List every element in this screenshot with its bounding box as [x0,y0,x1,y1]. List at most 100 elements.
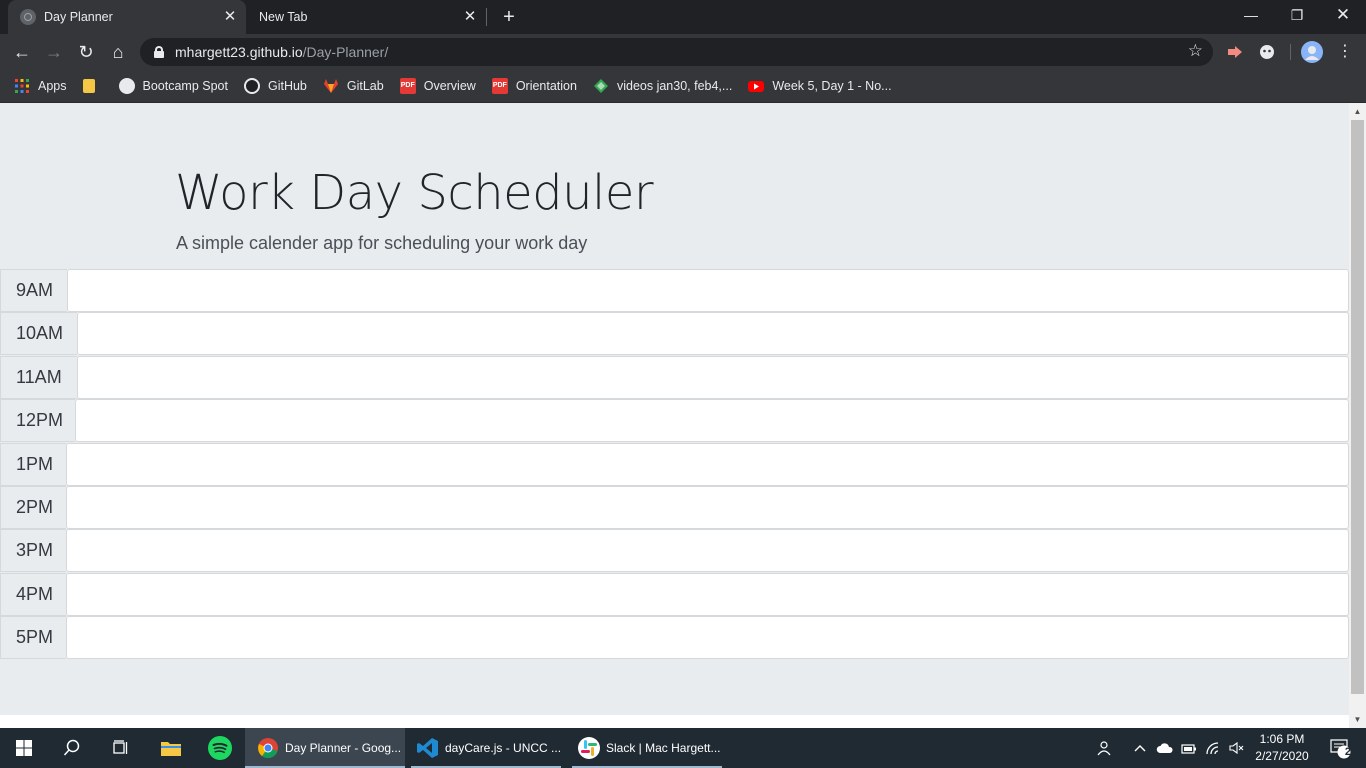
system-clock[interactable]: 1:06 PM 2/27/2020 [1248,731,1316,765]
wifi-icon[interactable] [1203,728,1225,768]
bookmark-apps[interactable]: Apps [14,78,67,94]
time-block-11am: 11AM [0,355,1349,399]
folder-icon [161,742,181,756]
time-block-9am: 9AM [0,269,1349,312]
event-textarea[interactable] [67,269,1349,312]
toolbar-divider [1290,44,1291,60]
time-block-4pm: 4PM [0,572,1349,616]
close-tab-icon[interactable]: ✕ [222,9,238,25]
bookmark-videos[interactable]: videos jan30, feb4,... [593,78,732,94]
search-button[interactable] [48,728,96,768]
vertical-scrollbar[interactable]: ▲ ▼ [1349,103,1366,728]
start-button[interactable] [0,728,48,768]
forward-arrow-icon[interactable]: → [40,38,68,66]
spotify-button[interactable] [196,728,244,768]
bootcamp-spot-icon [118,78,135,94]
close-tab-icon[interactable]: ✕ [462,9,478,25]
bookmark-week5[interactable]: Week 5, Day 1 - No... [748,78,892,94]
github-icon [243,78,260,94]
spotify-icon [208,736,232,760]
event-textarea[interactable] [66,485,1349,529]
extension-arrow-icon[interactable] [1225,42,1245,62]
slack-icon [578,737,600,759]
hour-label: 2PM [0,485,66,529]
minimize-icon[interactable]: — [1228,0,1274,30]
windows-logo-icon [16,740,32,756]
gitlab-icon [323,79,338,93]
taskbar-app-chrome[interactable]: Day Planner - Goog... [245,728,405,768]
time-block-list: 9AM 10AM 11AM 12PM 1PM 2PM 3PM 4PM 5PM [0,269,1349,660]
onedrive-cloud-icon[interactable] [1154,728,1176,768]
bookmark-bootcamp-spot[interactable]: Bootcamp Spot [118,78,228,94]
time-block-5pm: 5PM [0,616,1349,660]
taskbar-app-label: Day Planner - Goog... [285,741,402,755]
url-path: /Day-Planner/ [302,44,389,60]
reload-icon[interactable]: ↻ [72,38,100,66]
time-block-3pm: 3PM [0,529,1349,573]
tab-title: Day Planner [44,10,113,24]
search-icon [63,739,80,756]
people-icon[interactable] [1094,728,1116,768]
bookmarks-bar: Apps Bootcamp Spot GitHub GitLab PDF Ove… [0,70,1366,103]
youtube-icon [748,81,765,92]
jumbotron-header: Work Day Scheduler A simple calender app… [0,103,1349,715]
clock-date: 2/27/2020 [1255,749,1309,763]
vscode-icon [417,738,438,758]
event-textarea[interactable] [77,355,1349,399]
event-textarea[interactable] [66,529,1349,573]
scrollbar-thumb[interactable] [1351,120,1364,694]
event-textarea[interactable] [66,442,1349,486]
bookmark-orientation[interactable]: PDF Orientation [491,78,577,94]
scroll-down-arrow-icon[interactable]: ▼ [1349,711,1366,728]
hour-label: 11AM [0,355,77,399]
tab-day-planner[interactable]: Day Planner ✕ [8,0,246,34]
bookmark-github[interactable]: GitHub [243,78,307,94]
bookmark-overview[interactable]: PDF Overview [399,78,476,94]
time-block-10am: 10AM [0,312,1349,356]
menu-kebab-icon[interactable]: ⋮ [1331,38,1359,66]
tab-new-tab[interactable]: New Tab ✕ [246,0,486,34]
hour-label: 10AM [0,312,77,356]
back-arrow-icon[interactable]: ← [8,38,36,66]
notification-count: 20 [1344,746,1358,758]
tab-strip: Day Planner ✕ New Tab ✕ + — ❐ ✕ [0,0,1366,34]
browser-toolbar: ← → ↻ ⌂ mhargett23.github.io/Day-Planner… [0,34,1366,70]
event-textarea[interactable] [66,572,1349,616]
lock-icon [154,46,164,58]
restore-icon[interactable]: ❐ [1274,0,1320,30]
task-view-button[interactable] [96,728,144,768]
bookmark-gitlab[interactable]: GitLab [323,78,384,94]
profile-avatar[interactable] [1301,41,1323,63]
address-bar[interactable]: mhargett23.github.io/Day-Planner/ ☆ [140,38,1213,66]
bookmark-label: Orientation [515,79,577,93]
tab-divider [486,8,487,26]
extension-face-icon[interactable] [1257,42,1277,62]
event-textarea[interactable] [77,312,1349,356]
event-textarea[interactable] [66,616,1349,660]
time-block-12pm: 12PM [0,399,1349,443]
bookmark-label: Bootcamp Spot [142,79,228,93]
bookmark-star-icon[interactable]: ☆ [1188,41,1203,61]
scroll-up-arrow-icon[interactable]: ▲ [1349,103,1366,120]
apps-grid-icon [15,79,29,93]
hour-label: 9AM [0,269,67,312]
task-view-icon [113,740,128,754]
tab-title: New Tab [259,10,308,24]
hour-label: 5PM [0,616,66,660]
battery-icon[interactable] [1179,728,1199,768]
new-tab-plus-icon[interactable]: + [498,6,520,28]
file-explorer-button[interactable] [147,728,195,768]
bookmark-label: Apps [38,79,67,93]
time-block-2pm: 2PM [0,485,1349,529]
action-center-button[interactable]: 20 [1322,728,1358,768]
event-textarea[interactable] [75,399,1349,443]
taskbar-app-slack[interactable]: Slack | Mac Hargett... [566,728,726,768]
chevron-up-icon[interactable] [1130,728,1150,768]
hour-label: 4PM [0,572,66,616]
home-icon[interactable]: ⌂ [104,38,132,66]
taskbar-app-vscode[interactable]: dayCare.js - UNCC ... [405,728,565,768]
volume-muted-icon[interactable] [1227,728,1247,768]
bookmark-label: videos jan30, feb4,... [616,79,733,93]
close-window-icon[interactable]: ✕ [1320,0,1366,30]
bookmark-folder[interactable] [82,79,103,93]
